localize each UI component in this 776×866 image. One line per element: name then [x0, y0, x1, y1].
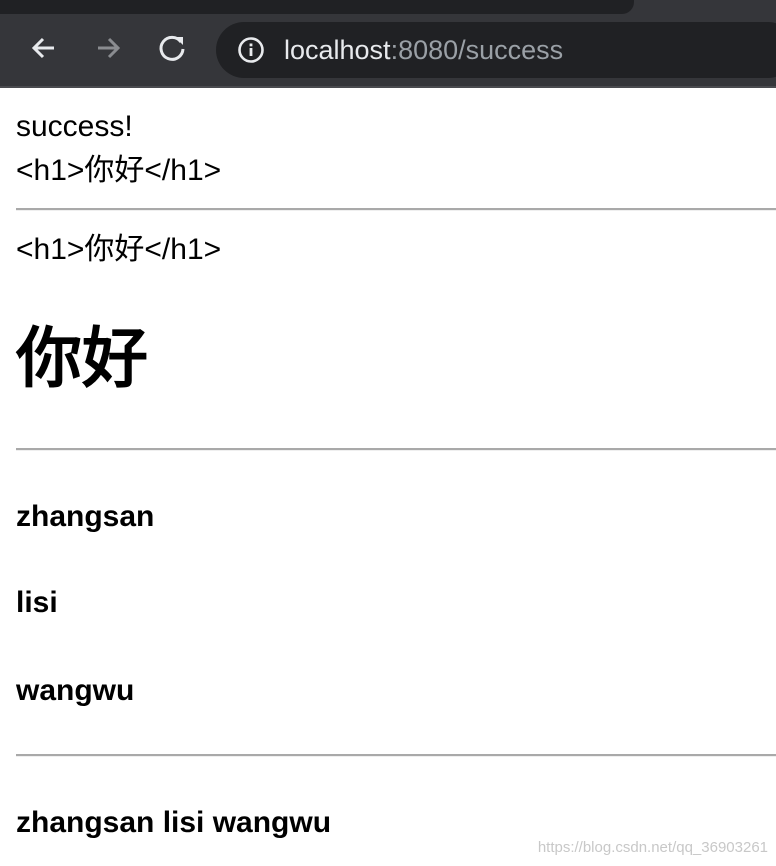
url-path: :8080/success: [390, 35, 564, 65]
success-text: success!: [16, 110, 133, 143]
page-heading: 你好: [16, 321, 148, 395]
escaped-html-text: <h1>你好</h1>: [16, 154, 222, 187]
back-button[interactable]: [28, 32, 60, 64]
reload-icon: [159, 35, 185, 61]
escaped-html-text-2: <h1>你好</h1>: [16, 233, 222, 266]
reload-button[interactable]: [156, 32, 188, 64]
browser-toolbar: localhost:8080/success: [0, 14, 776, 88]
divider-2: [16, 448, 776, 451]
inline-names: zhangsan lisi wangwu: [16, 806, 332, 839]
divider-3: [16, 754, 776, 757]
toolbar-divider: [0, 86, 776, 88]
list-item-name: wangwu: [16, 674, 135, 707]
list-item-name: zhangsan: [16, 500, 155, 533]
url-host: localhost: [284, 35, 391, 65]
divider-1: [16, 208, 776, 211]
arrow-left-icon: [31, 37, 54, 59]
browser-chrome: localhost:8080/success: [0, 0, 776, 88]
list-item-name: lisi: [16, 586, 58, 619]
watermark: https://blog.csdn.net/qq_36903261: [537, 839, 768, 856]
active-tab[interactable]: [0, 0, 634, 14]
info-icon[interactable]: [236, 35, 266, 65]
forward-button[interactable]: [92, 32, 124, 64]
url-text[interactable]: localhost:8080/success: [284, 35, 563, 65]
address-bar[interactable]: localhost:8080/success: [216, 22, 776, 78]
arrow-right-icon: [98, 37, 121, 59]
